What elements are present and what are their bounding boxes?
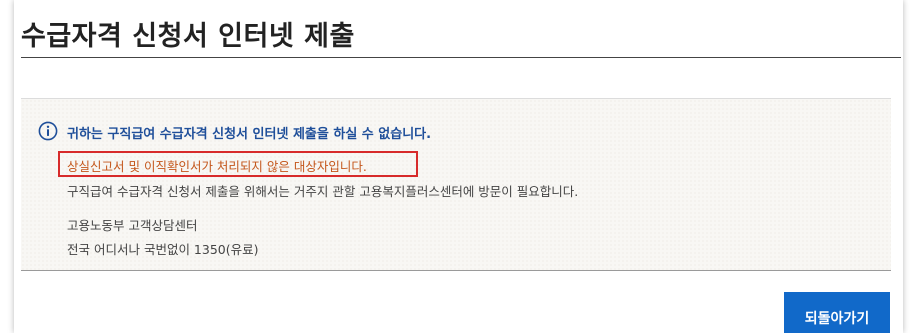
page-title: 수급자격 신청서 인터넷 제출: [21, 21, 355, 52]
info-icon: [38, 121, 58, 141]
back-button[interactable]: 되돌아가기: [784, 292, 890, 333]
alert-message: 상실신고서 및 이직확인서가 처리되지 않은 대상자입니다.: [67, 159, 367, 174]
notice-line-visit: 구직급여 수급자격 신청서 제출을 위해서는 거주지 관할 고용복지플러스센터에…: [67, 184, 579, 199]
content-card: 수급자격 신청서 인터넷 제출 귀하는 구직급여 수급자격 신청서 인터넷 제출…: [14, 0, 903, 333]
notice-line-center: 고용노동부 고객상담센터: [67, 218, 198, 233]
notice-line-phone: 전국 어디서나 국번없이 1350(유료): [67, 242, 259, 257]
notice-headline: 귀하는 구직급여 수급자격 신청서 인터넷 제출을 하실 수 없습니다.: [67, 127, 432, 142]
title-divider: [21, 57, 901, 58]
notice-panel: 귀하는 구직급여 수급자격 신청서 인터넷 제출을 하실 수 없습니다. 상실신…: [21, 98, 891, 271]
